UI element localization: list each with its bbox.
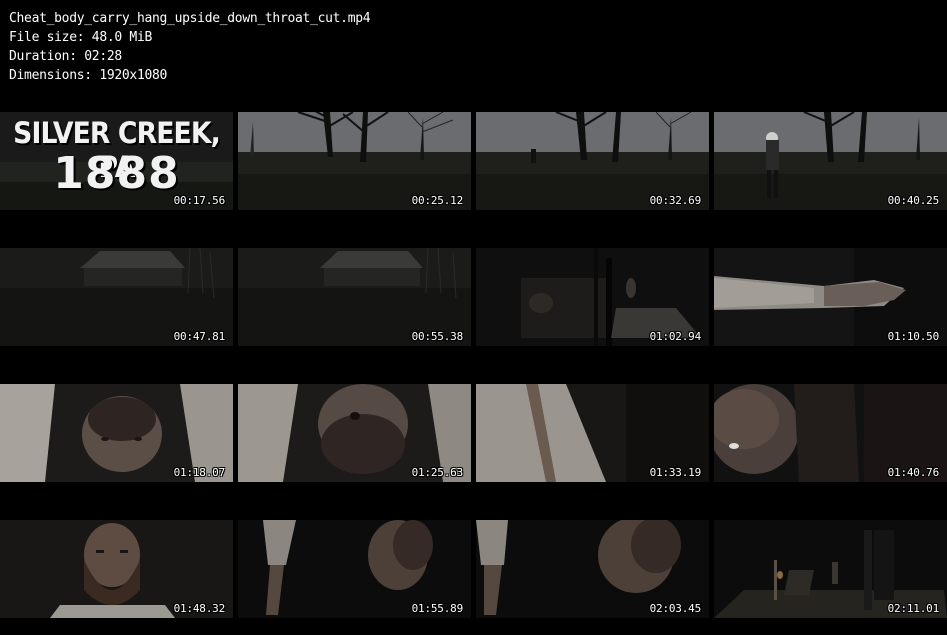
timestamp: 02:03.45 [649, 602, 702, 615]
timestamp: 01:55.89 [411, 602, 464, 615]
timestamp: 00:40.25 [887, 194, 940, 207]
timestamp: 00:47.81 [173, 330, 226, 343]
timestamp: 01:18.07 [173, 466, 226, 479]
thumbnail-title-card[interactable]: SILVER CREEK, PA 1888 00:17.56 [0, 112, 233, 210]
title-card-year: 1888 [53, 148, 180, 199]
thumbnail-barn-interior[interactable]: 01:02.94 [476, 248, 709, 346]
thumbnail-dark-house[interactable]: 00:55.38 [238, 248, 471, 346]
dimensions: Dimensions: 1920x1080 [9, 68, 168, 83]
file-info-header: Cheat_body_carry_hang_upside_down_throat… [9, 9, 371, 85]
thumbnail-trees-field-figure[interactable]: 00:32.69 [476, 112, 709, 210]
thumbnail-hanging-body[interactable]: 01:55.89 [238, 520, 471, 618]
timestamp: 00:32.69 [649, 194, 702, 207]
thumbnail-row: 01:18.07 01:25.63 01:33.19 01:40.76 [0, 384, 947, 482]
thumbnail-barn-wide[interactable]: 02:11.01 [714, 520, 947, 618]
timestamp: 00:25.12 [411, 194, 464, 207]
timestamp: 01:33.19 [649, 466, 702, 479]
thumbnail-upside-down-face[interactable]: 01:25.63 [238, 384, 471, 482]
thumbnail-upside-down-face[interactable]: 01:18.07 [0, 384, 233, 482]
thumbnail-arm-closeup[interactable]: 01:10.50 [714, 248, 947, 346]
thumbnail-shirt-closeup[interactable]: 01:33.19 [476, 384, 709, 482]
thumbnail-hanging-body[interactable]: 02:03.45 [476, 520, 709, 618]
timestamp: 01:48.32 [173, 602, 226, 615]
thumbnail-upside-down-face-dark[interactable]: 01:40.76 [714, 384, 947, 482]
thumbnail-trees-field[interactable]: 00:25.12 [238, 112, 471, 210]
thumbnail-row: 01:48.32 01:55.89 02:03.45 02:11.01 [0, 520, 947, 618]
timestamp: 01:25.63 [411, 466, 464, 479]
thumbnail-bearded-man[interactable]: 01:48.32 [0, 520, 233, 618]
timestamp: 01:40.76 [887, 466, 940, 479]
timestamp: 02:11.01 [887, 602, 940, 615]
file-name: Cheat_body_carry_hang_upside_down_throat… [9, 11, 371, 26]
timestamp: 01:10.50 [887, 330, 940, 343]
thumbnail-dark-house[interactable]: 00:47.81 [0, 248, 233, 346]
thumbnail-row: 00:47.81 00:55.38 01:02.94 01:10.50 [0, 248, 947, 346]
thumbnail-row: SILVER CREEK, PA 1888 00:17.56 00:25.12 [0, 112, 947, 210]
timestamp: 00:55.38 [411, 330, 464, 343]
thumbnail-trees-field-figure[interactable]: 00:40.25 [714, 112, 947, 210]
timestamp: 00:17.56 [173, 194, 226, 207]
timestamp: 01:02.94 [649, 330, 702, 343]
duration: Duration: 02:28 [9, 49, 122, 64]
file-size: File size: 48.0 MiB [9, 30, 153, 45]
